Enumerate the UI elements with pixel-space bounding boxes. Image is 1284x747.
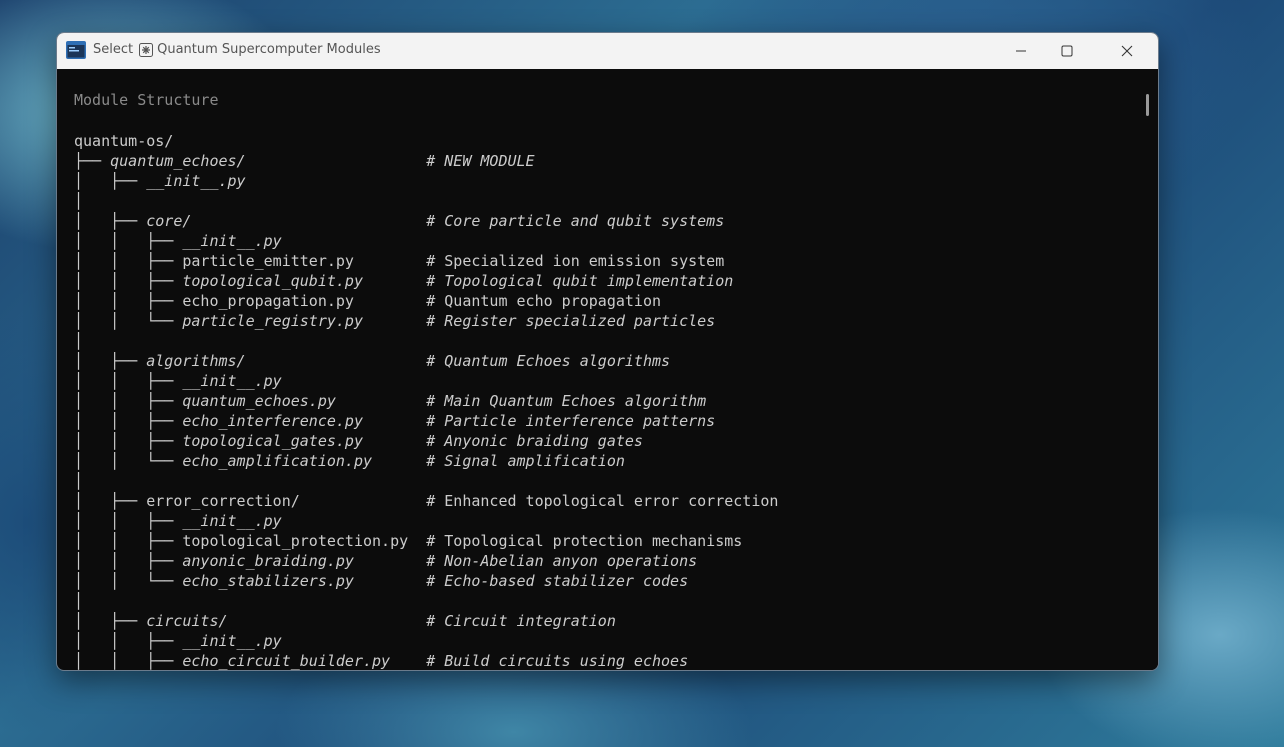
tree-entry: quantum-os/ <box>74 132 174 150</box>
close-icon <box>1121 45 1133 57</box>
tree-entry: │ ├── __init__.py <box>74 172 246 190</box>
tree-entry: │ │ └── particle_registry.py <box>74 312 363 330</box>
tree-line: │ ├── circuits/ # Circuit integration <box>74 611 616 631</box>
tree-line: │ <box>74 471 83 491</box>
snowflake-icon <box>139 42 154 57</box>
tree-entry: │ │ ├── echo_propagation.py <box>74 292 354 310</box>
tree-entry: │ │ ├── quantum_echoes.py <box>74 392 336 410</box>
tree-line: ├── quantum_echoes/ # NEW MODULE <box>74 151 535 171</box>
tree-line: quantum-os/ <box>74 131 173 151</box>
tree-line: │ │ ├── __init__.py <box>74 511 282 531</box>
maximize-icon <box>1061 45 1073 57</box>
tree-line: │ │ └── echo_amplification.py # Signal a… <box>74 451 625 471</box>
tree-comment: # Non-Abelian anyon operations <box>426 552 698 570</box>
tree-comment: # Build circuits using echoes <box>426 652 689 670</box>
tree-line: │ ├── error_correction/ # Enhanced topol… <box>74 491 778 511</box>
tree-comment: # Particle interference patterns <box>426 412 716 430</box>
tree-entry: │ │ ├── topological_protection.py <box>74 532 409 550</box>
vertical-scrollbar[interactable] <box>1140 69 1158 670</box>
window-title: Select Quantum Supercomputer Modules <box>93 42 381 57</box>
tree-line: │ │ ├── anyonic_braiding.py # Non-Abelia… <box>74 551 697 571</box>
tree-entry: │ │ ├── particle_emitter.py <box>74 252 354 270</box>
tree-comment: # Quantum Echoes algorithms <box>426 352 671 370</box>
tree-entry: │ <box>74 192 84 210</box>
tree-line: │ ├── __init__.py <box>74 171 246 191</box>
tree-entry: │ ├── circuits/ <box>74 612 228 630</box>
tree-line: │ │ ├── quantum_echoes.py # Main Quantum… <box>74 391 706 411</box>
tree-entry: │ │ ├── __init__.py <box>74 512 282 530</box>
tree-comment: # Signal amplification <box>426 452 625 470</box>
tree-line: │ │ ├── echo_propagation.py # Quantum ec… <box>74 291 661 311</box>
tree-line: │ │ ├── __init__.py <box>74 631 282 651</box>
tree-entry: │ │ ├── __init__.py <box>74 632 282 650</box>
tree-entry: │ ├── core/ <box>74 212 192 230</box>
tree-entry: │ <box>74 332 84 350</box>
title-bar[interactable]: Select Quantum Supercomputer Modules <box>57 33 1158 69</box>
tree-line: │ │ ├── topological_qubit.py # Topologic… <box>74 271 733 291</box>
tree-comment: # Core particle and qubit systems <box>426 212 725 230</box>
tree-entry: │ <box>74 472 84 490</box>
tree-line: │ │ ├── topological_protection.py # Topo… <box>74 531 742 551</box>
tree-comment: # Register specialized particles <box>426 312 716 330</box>
tree-entry: │ │ ├── topological_qubit.py <box>74 272 363 290</box>
tree-entry: │ │ ├── topological_gates.py <box>74 432 363 450</box>
tree-line: │ │ ├── topological_gates.py # Anyonic b… <box>74 431 643 451</box>
close-button[interactable] <box>1104 33 1150 69</box>
tree-line: │ ├── algorithms/ # Quantum Echoes algor… <box>74 351 670 371</box>
tree-entry: │ <box>74 592 84 610</box>
tree-comment: # Echo-based stabilizer codes <box>426 572 689 590</box>
tree-entry: │ │ ├── echo_circuit_builder.py <box>74 652 391 670</box>
tree-entry: │ │ ├── __init__.py <box>74 232 282 250</box>
tree-line: │ │ ├── __init__.py <box>74 371 282 391</box>
tree-line: │ │ ├── echo_interference.py # Particle … <box>74 411 715 431</box>
tree-entry: │ │ ├── anyonic_braiding.py <box>74 552 354 570</box>
tree-line: │ │ ├── __init__.py <box>74 231 282 251</box>
tree-line: │ ├── core/ # Core particle and qubit sy… <box>74 211 724 231</box>
terminal-output[interactable]: Module Structure quantum-os/├── quantum_… <box>57 69 1140 670</box>
tree-line: │ │ ├── particle_emitter.py # Specialize… <box>74 251 724 271</box>
tree-line: │ <box>74 191 83 211</box>
tree-line: │ │ ├── echo_circuit_builder.py # Build … <box>74 651 688 670</box>
tree-comment: # Anyonic braiding gates <box>426 432 643 450</box>
scrollbar-thumb[interactable] <box>1146 94 1149 116</box>
tree-line: │ │ └── echo_stabilizers.py # Echo-based… <box>74 571 688 591</box>
title-name: Quantum Supercomputer Modules <box>157 42 381 57</box>
tree-entry: ├── quantum_echoes/ <box>74 152 246 170</box>
tree-line: │ <box>74 331 83 351</box>
tree-entry: │ │ └── echo_stabilizers.py <box>74 572 354 590</box>
tree-comment: # Main Quantum Echoes algorithm <box>426 392 707 410</box>
tree-entry: │ │ └── echo_amplification.py <box>74 452 373 470</box>
terminal-window: Select Quantum Supercomputer Modules Mod… <box>56 32 1159 671</box>
terminal-app-icon <box>66 41 86 59</box>
tree-entry: │ ├── error_correction/ <box>74 492 300 510</box>
tree-comment: # Enhanced topological error correction <box>426 492 779 510</box>
tree-comment: # Quantum echo propagation <box>426 292 662 310</box>
title-prefix: Select <box>93 42 134 57</box>
tree-comment: # Specialized ion emission system <box>426 252 725 270</box>
output-heading: Module Structure <box>74 91 219 109</box>
tree-entry: │ │ ├── __init__.py <box>74 372 282 390</box>
tree-comment: # Topological protection mechanisms <box>426 532 743 550</box>
tree-comment: # NEW MODULE <box>426 152 535 170</box>
tree-entry: │ ├── algorithms/ <box>74 352 246 370</box>
tree-comment: # Circuit integration <box>426 612 616 630</box>
tree-comment: # Topological qubit implementation <box>426 272 734 290</box>
tree-line: │ │ └── particle_registry.py # Register … <box>74 311 715 331</box>
tree-line: │ <box>74 591 83 611</box>
tree-entry: │ │ ├── echo_interference.py <box>74 412 363 430</box>
minimize-icon <box>1016 50 1026 52</box>
maximize-button[interactable] <box>1044 33 1090 69</box>
minimize-button[interactable] <box>998 33 1044 69</box>
